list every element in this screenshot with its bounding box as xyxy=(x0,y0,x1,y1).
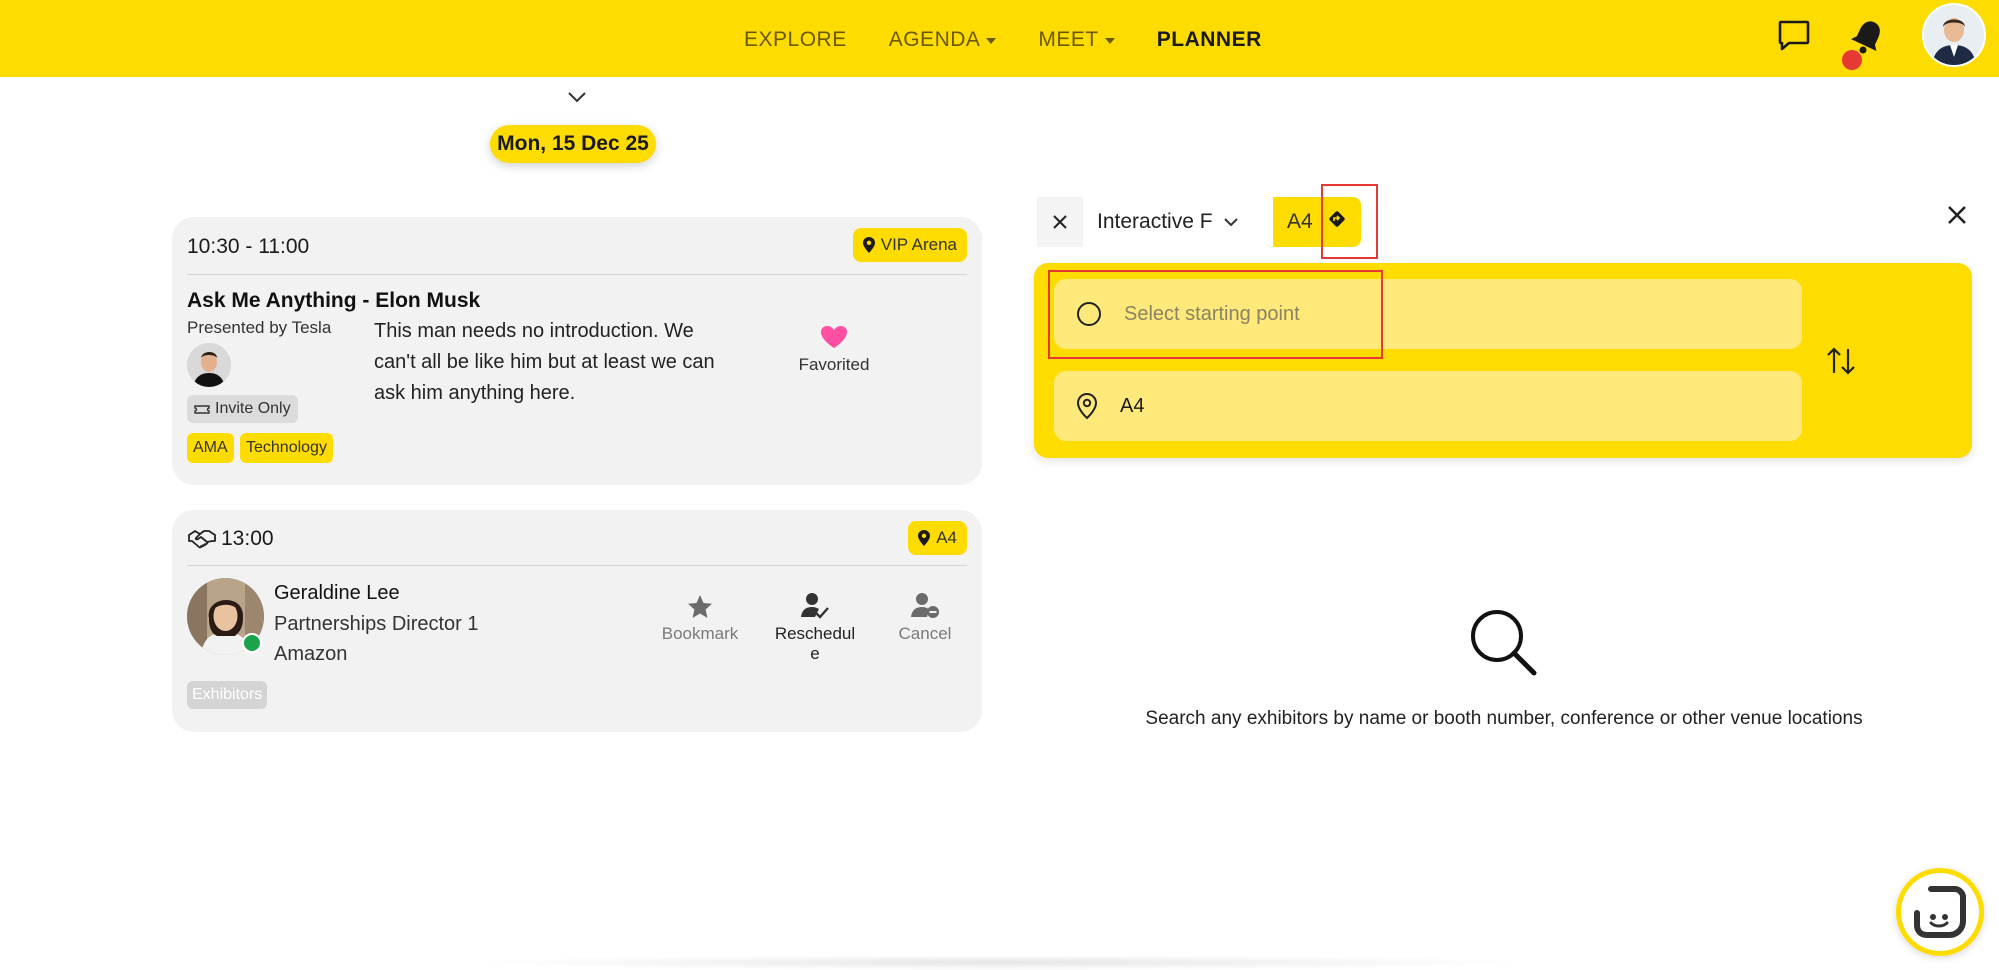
favorite-button[interactable]: Favorited xyxy=(774,325,894,375)
nav-explore[interactable]: EXPLORE xyxy=(744,28,847,52)
bookmark-label: Bookmark xyxy=(661,624,739,643)
contact-role: Partnerships Director 1 xyxy=(274,613,479,635)
user-check-icon xyxy=(762,588,868,620)
chat-icon[interactable] xyxy=(1776,18,1812,59)
search-icon xyxy=(1466,605,1540,684)
top-navbar: EXPLORE AGENDA MEET PLANNER xyxy=(0,0,1999,77)
highlight-box xyxy=(1048,270,1383,359)
favorite-label: Favorited xyxy=(798,355,870,374)
nav-agenda-label: AGENDA xyxy=(888,28,981,51)
meeting-card[interactable]: 13:00 A4 Geraldine Lee Partnerships Dire… xyxy=(172,510,982,732)
nav-planner[interactable]: PLANNER xyxy=(1157,28,1262,52)
bookmark-button[interactable]: Bookmark xyxy=(650,588,750,644)
map-toolbar: Interactive F A4 xyxy=(1037,197,1361,247)
ticket-icon xyxy=(194,405,210,414)
user-minus-icon xyxy=(875,588,975,620)
caret-down-icon xyxy=(986,38,997,44)
map-pin-icon xyxy=(862,237,875,253)
floor-select[interactable]: Interactive F xyxy=(1083,197,1273,247)
divider xyxy=(187,565,967,566)
chevron-down-icon xyxy=(1223,218,1238,227)
location-badge[interactable]: A4 xyxy=(908,521,967,555)
invite-only-label: Invite Only xyxy=(215,400,291,417)
end-point-value: A4 xyxy=(1120,394,1145,417)
highlight-box xyxy=(1321,184,1378,259)
cancel-label: Cancel xyxy=(898,624,952,643)
session-time: 10:30 - 11:00 xyxy=(187,235,310,258)
assistant-icon xyxy=(1914,886,1966,938)
meeting-time-row: 13:00 xyxy=(187,527,274,551)
session-card[interactable]: 10:30 - 11:00 VIP Arena Ask Me Anything … xyxy=(172,217,982,485)
invite-only-badge: Invite Only xyxy=(187,395,298,423)
map-pin-icon xyxy=(1076,392,1098,420)
location-badge[interactable]: VIP Arena xyxy=(852,228,967,262)
nav-agenda[interactable]: AGENDA xyxy=(889,28,997,52)
tag-technology[interactable]: Technology xyxy=(240,433,333,463)
date-selector[interactable]: Mon, 15 Dec 25 xyxy=(490,125,656,163)
search-hint-text: Search any exhibitors by name or booth n… xyxy=(1145,708,1863,729)
cancel-button[interactable]: Cancel xyxy=(875,588,975,644)
contact-company: Amazon xyxy=(274,643,348,665)
notification-badge xyxy=(1842,50,1862,70)
assistant-button[interactable] xyxy=(1896,868,1984,956)
session-description: This man needs no introduction. We can't… xyxy=(374,320,715,404)
close-icon[interactable] xyxy=(1037,197,1083,247)
location-label: A4 xyxy=(936,528,957,547)
caret-down-icon xyxy=(1104,38,1115,44)
tag-exhibitors[interactable]: Exhibitors xyxy=(187,681,268,709)
chevron-down-icon[interactable] xyxy=(567,90,587,109)
heart-icon xyxy=(774,325,894,355)
tag-ama[interactable]: AMA xyxy=(187,433,234,463)
session-title[interactable]: Ask Me Anything - Elon Musk xyxy=(187,289,480,313)
divider xyxy=(187,274,967,275)
reschedule-label: Reschedule xyxy=(774,624,856,663)
end-point-field[interactable]: A4 xyxy=(1054,371,1802,441)
speaker-avatar[interactable] xyxy=(187,343,231,387)
contact-name[interactable]: Geraldine Lee xyxy=(274,582,400,605)
location-label: VIP Arena xyxy=(880,235,957,254)
meeting-time: 13:00 xyxy=(221,527,274,550)
reschedule-button[interactable]: Reschedule xyxy=(762,588,868,664)
bottom-shadow xyxy=(470,955,1530,970)
nav-explore-label: EXPLORE xyxy=(744,28,847,51)
presenter-label: Presented by Tesla xyxy=(187,318,332,337)
close-panel-icon[interactable] xyxy=(1945,203,1969,232)
map-pin-icon xyxy=(918,530,931,546)
handshake-icon xyxy=(188,530,216,549)
nav-meet-label: MEET xyxy=(1038,28,1099,51)
online-status-indicator xyxy=(242,633,262,653)
main-nav: EXPLORE AGENDA MEET PLANNER xyxy=(744,28,1304,52)
floor-select-value: Interactive F xyxy=(1097,210,1213,233)
date-label: Mon, 15 Dec 25 xyxy=(497,132,649,155)
nav-planner-label: PLANNER xyxy=(1156,28,1262,51)
user-avatar[interactable] xyxy=(1922,3,1986,67)
swap-icon[interactable] xyxy=(1824,345,1858,382)
star-icon xyxy=(650,588,750,620)
destination-chip-label: A4 xyxy=(1287,210,1313,233)
nav-meet[interactable]: MEET xyxy=(1038,28,1115,52)
